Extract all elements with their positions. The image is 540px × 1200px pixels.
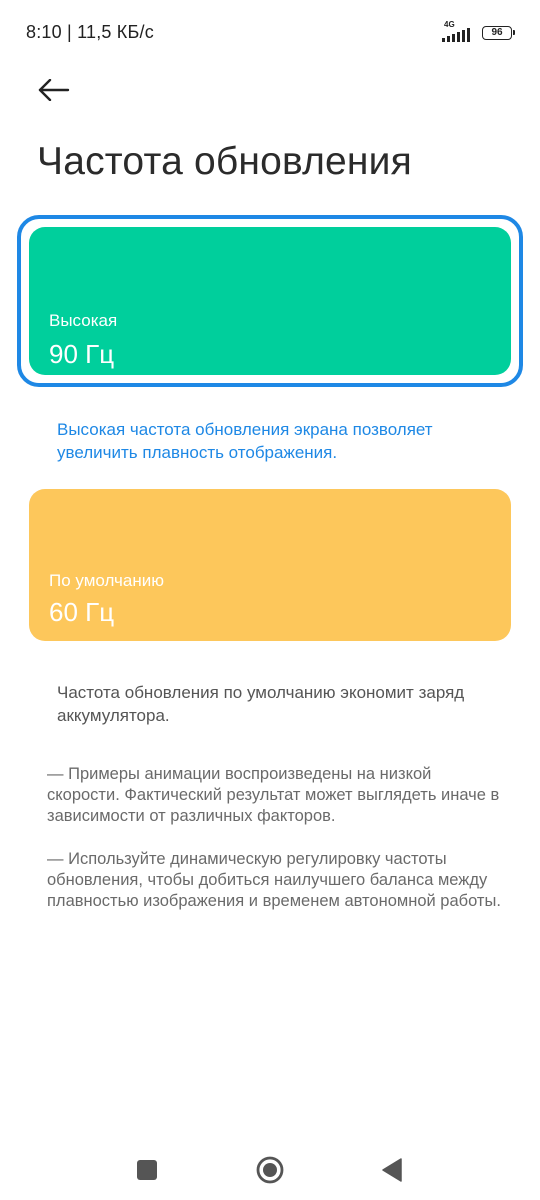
battery-level: 96 — [491, 27, 503, 38]
option-card-high-selected[interactable]: Высокая 90 Гц — [17, 215, 523, 387]
option-card-high[interactable]: Высокая 90 Гц — [29, 227, 511, 375]
recents-button[interactable] — [129, 1152, 165, 1188]
option-value: 90 Гц — [49, 339, 115, 369]
navigation-bar — [0, 1136, 540, 1200]
square-icon — [137, 1160, 157, 1180]
option-description-default: Частота обновления по умолчанию экономит… — [57, 683, 465, 725]
page-title: Частота обновления — [37, 140, 412, 183]
option-label: Высокая — [49, 311, 118, 330]
notes: — Примеры анимации воспроизведены на низ… — [47, 764, 507, 934]
back-button[interactable] — [32, 70, 76, 110]
circle-icon — [256, 1156, 284, 1184]
arrow-left-icon — [38, 79, 70, 101]
note-animation: — Примеры анимации воспроизведены на низ… — [47, 765, 500, 825]
option-description-high: Высокая частота обновления экрана позвол… — [57, 420, 433, 462]
nav-back-button[interactable] — [374, 1152, 410, 1188]
status-time: 8:10 | 11,5 КБ/с — [26, 22, 154, 42]
triangle-back-icon — [382, 1158, 402, 1182]
status-bar: 8:10 | 11,5 КБ/с 4G 96 — [0, 0, 540, 68]
battery-icon: 96 — [482, 26, 515, 40]
home-button[interactable] — [252, 1152, 288, 1188]
signal-bars-icon — [442, 28, 470, 42]
option-label: По умолчанию — [49, 571, 164, 590]
signal-icon: 4G — [442, 20, 476, 42]
option-value: 60 Гц — [49, 597, 115, 627]
note-dynamic: — Используйте динамическую регулировку ч… — [47, 850, 501, 910]
option-card-default[interactable]: По умолчанию 60 Гц — [29, 489, 511, 641]
status-icons: 4G 96 — [442, 20, 515, 42]
